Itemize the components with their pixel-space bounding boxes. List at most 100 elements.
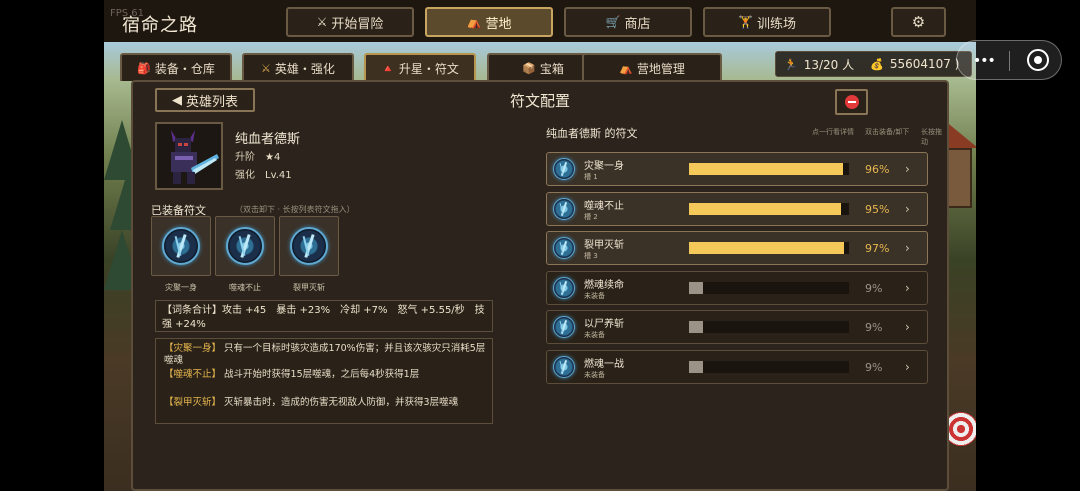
rune-crystal-icon: [553, 276, 575, 299]
tab-label: 营地管理: [636, 61, 685, 76]
rune-progress-fill: [689, 360, 704, 373]
chevron-right-icon: ›: [905, 201, 910, 216]
stats-summary: 【词条合计】攻击 +45 暴击 +23% 冷却 +7% 怒气 +5.55/秒 技…: [155, 300, 493, 332]
tab-label: 升星・符文: [398, 61, 459, 76]
rune-progress-fill: [689, 242, 845, 254]
hint-unequip: 双击装备/卸下: [865, 128, 910, 136]
rune-crystal-icon: [226, 227, 264, 265]
hero-star-row: 升阶 ★4: [235, 148, 280, 163]
weightlifter-icon: 🏋: [738, 15, 753, 29]
target-circle-icon[interactable]: [1027, 49, 1049, 71]
star-label: 升阶: [235, 152, 255, 163]
nav-camp-button[interactable]: ⛺ 营地: [425, 7, 553, 37]
nav-shop-button[interactable]: 🛒 商店: [564, 7, 692, 37]
nav-label: 训练场: [756, 16, 796, 32]
rune-slot-status: 未装备: [584, 291, 605, 300]
rune-percent: 9%: [865, 321, 883, 334]
chevron-right-icon: ›: [905, 320, 910, 334]
rune-icon-wrap: [553, 276, 575, 299]
rune-progress-fill: [689, 321, 704, 333]
rune-icon-wrap: [553, 316, 575, 338]
hint-detail: 点一行看详情: [812, 128, 854, 136]
rune-row[interactable]: 裂甲灭斩槽 3 97% ›: [546, 231, 928, 265]
rune-name: 燃魂一战: [584, 358, 624, 370]
rune-slot-status: 未装备: [584, 331, 605, 339]
rune-row[interactable]: 燃魂一战 未装备 9% ›: [546, 349, 928, 384]
nav-training-button[interactable]: 🏋 训练场: [703, 7, 831, 37]
panel-title: 符文配置: [509, 92, 570, 110]
rune-percent: 95%: [865, 202, 890, 216]
nav-start-adventure-button[interactable]: ⚔ 开始冒险: [286, 7, 414, 37]
chevron-right-icon: ›: [905, 241, 910, 255]
hero-name: 纯血者德斯: [235, 132, 301, 147]
miniprogram-capsule: •••: [956, 40, 1062, 80]
rune-crystal-icon: [553, 237, 575, 259]
rune-crystal-icon: [553, 197, 575, 220]
star-value: ★4: [265, 152, 281, 163]
effect-name: 【噬魂不止】: [164, 369, 222, 380]
rune-percent: 97%: [865, 242, 890, 255]
rune-slot-status: 未装备: [584, 370, 605, 379]
chest-icon: 📦: [522, 61, 536, 75]
equipped-rune-slot-2[interactable]: [215, 216, 275, 276]
dark-knight-icon: [157, 124, 221, 188]
rune-config-panel: ◀ 英雄列表 符文配置 纯血者德斯 升阶 ★4 强化 Lv.41 已装备符文 （…: [131, 80, 949, 491]
rune-slot-status: 槽 3: [584, 252, 598, 260]
equipped-runes-hint: （双击卸下 · 长按列表符文拖入）: [235, 205, 355, 214]
more-icon[interactable]: •••: [973, 53, 996, 69]
hero-level-row: 强化 Lv.41: [235, 166, 292, 181]
gear-icon: ⚙: [911, 13, 926, 31]
tab-label: 装备・仓库: [154, 61, 215, 76]
settings-button[interactable]: ⚙: [891, 7, 946, 37]
rune-crystal-icon: [162, 227, 200, 265]
close-button[interactable]: [835, 89, 868, 115]
swords-icon: ⚔: [261, 61, 271, 75]
rune-progress-fill: [689, 202, 841, 215]
rune-row[interactable]: 灾聚一身槽 1 96% ›: [546, 152, 928, 186]
game-title: 宿命之路: [122, 15, 198, 36]
tab-star-rune[interactable]: 🔺 升星・符文: [364, 53, 476, 81]
rune-list-title: 纯血者德斯 的符文: [546, 127, 638, 140]
capsule-divider: [1009, 51, 1010, 71]
rune-progress-fill: [689, 281, 704, 294]
tab-equipment-storage[interactable]: 🎒 装备・仓库: [120, 53, 232, 81]
rune-icon-wrap: [553, 158, 575, 180]
up-arrow-icon: 🔺: [381, 61, 395, 75]
rune-slot-status: 槽 1: [584, 173, 598, 181]
rune-icon-wrap: [553, 355, 575, 378]
effect-name: 【裂甲灭斩】: [164, 397, 222, 408]
rune-percent: 96%: [865, 163, 890, 176]
swords-icon: ⚔: [316, 15, 328, 29]
rune-name: 裂甲灭斩: [584, 240, 624, 251]
nav-label: 开始冒险: [331, 16, 384, 32]
rune-row[interactable]: 燃魂续命 未装备 9% ›: [546, 270, 928, 305]
rune-name: 噬魂不止: [584, 200, 624, 212]
rune-crystal-icon: [553, 158, 575, 180]
rune-crystal-icon: [290, 227, 328, 265]
equipped-rune-slot-3[interactable]: [279, 216, 339, 276]
person-icon: 🏃: [784, 57, 798, 71]
chevron-right-icon: ›: [905, 359, 910, 374]
effect-text: 灭斩暴击时，造成的伤害无视敌人防御，并获得3层噬魂: [224, 397, 459, 408]
hero-portrait: [155, 122, 223, 190]
backpack-icon: 🎒: [137, 61, 151, 75]
rune-slot-status: 槽 2: [584, 212, 598, 221]
tent-icon: ⛺: [466, 15, 482, 29]
rune-effects-box: 【灾聚一身】 只有一个目标时骇灾造成170%伤害；并且该次骇灾只消耗5层噬魂 【…: [155, 338, 493, 424]
nav-label: 营地: [485, 16, 512, 32]
gold-count: 55604107 ): [889, 57, 960, 71]
rune-name: 以尸养斩: [584, 319, 624, 330]
chevron-right-icon: ›: [905, 280, 910, 295]
rune-icon-wrap: [553, 237, 575, 259]
gold-bag-icon: 💰: [870, 57, 884, 71]
rune-row[interactable]: 噬魂不止槽 2 95% ›: [546, 191, 928, 226]
hint-drag: 长按拖动: [921, 128, 942, 146]
equipped-rune-label: 灾聚一身: [165, 283, 197, 292]
tab-camp-management[interactable]: ⛺ 营地管理: [582, 53, 722, 81]
equipped-rune-label: 噬魂不止: [229, 283, 261, 292]
tab-hero-enhance[interactable]: ⚔ 英雄・强化: [242, 53, 354, 81]
rune-row[interactable]: 以尸养斩 未装备 9% ›: [546, 310, 928, 344]
equipped-rune-slot-1[interactable]: [151, 216, 211, 276]
rune-name: 燃魂续命: [584, 279, 624, 291]
cart-icon: 🛒: [605, 15, 621, 29]
